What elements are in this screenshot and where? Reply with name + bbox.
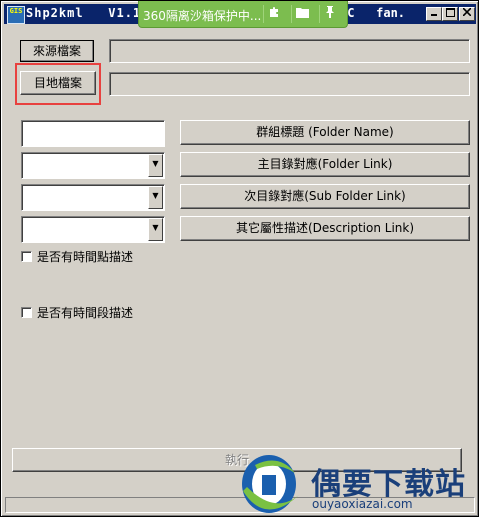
dropdown-button[interactable]: ▼: [148, 218, 163, 241]
minimize-icon: [431, 14, 437, 16]
description-link-label: 其它屬性描述(Description Link): [235, 221, 415, 235]
chevron-down-icon: ▼: [152, 159, 159, 168]
sub-folder-link-select[interactable]: ▼: [21, 184, 165, 211]
sub-folder-link-button[interactable]: 次目錄對應(Sub Folder Link): [180, 184, 470, 209]
chevron-down-icon: ▼: [152, 191, 159, 200]
checkbox-box[interactable]: [21, 251, 32, 262]
window-title: Shp2kml V1.1: [26, 6, 142, 20]
sandbox-overlay: 360隔离沙箱保护中...: [138, 1, 348, 28]
app-window: GIS Shp2kml V1.1 CC fan. 360隔离沙箱保护中... 來…: [0, 0, 479, 517]
folder-link-button[interactable]: 主目錄對應(Folder Link): [180, 152, 470, 177]
folder-name-button[interactable]: 群組標題 (Folder Name): [180, 120, 470, 145]
watermark-url: ouyaoxiazai.com: [312, 497, 413, 511]
minimize-button[interactable]: [426, 7, 442, 21]
source-file-button[interactable]: 來源檔案: [20, 40, 94, 62]
time-span-checkbox[interactable]: 是否有時間段描述: [21, 304, 133, 321]
close-button[interactable]: [459, 7, 475, 21]
time-point-checkbox[interactable]: 是否有時間點描述: [21, 248, 133, 265]
folder-icon[interactable]: [291, 5, 312, 23]
chevron-down-icon: ▼: [152, 223, 159, 232]
folder-name-label: 群組標題 (Folder Name): [256, 125, 394, 139]
maximize-icon: [445, 8, 455, 17]
description-link-button[interactable]: 其它屬性描述(Description Link): [180, 216, 470, 241]
window-title-suffix: CC fan.: [340, 6, 406, 20]
target-file-button[interactable]: 目地檔案: [20, 71, 96, 95]
source-path-field: [109, 39, 470, 63]
pin-icon[interactable]: [319, 5, 340, 23]
time-span-label: 是否有時間段描述: [37, 306, 134, 320]
watermark-logo: [242, 455, 299, 513]
target-file-label: 目地檔案: [33, 76, 82, 90]
site-watermark: 偶要下载站 ouyaoxiazai.com: [233, 451, 473, 517]
folder-link-label: 主目錄對應(Folder Link): [257, 157, 393, 171]
puzzle-icon[interactable]: [263, 5, 284, 23]
description-link-select[interactable]: ▼: [21, 216, 165, 243]
sandbox-status-text: 360隔离沙箱保护中...: [143, 9, 262, 23]
target-path-field: [109, 72, 470, 96]
dropdown-button[interactable]: ▼: [148, 186, 163, 209]
source-file-label: 來源檔案: [32, 44, 81, 58]
checkbox-box[interactable]: [21, 307, 32, 318]
sub-folder-link-label: 次目錄對應(Sub Folder Link): [244, 189, 406, 203]
time-point-label: 是否有時間點描述: [37, 250, 134, 264]
dropdown-button[interactable]: ▼: [148, 154, 163, 177]
close-icon: [462, 7, 472, 17]
maximize-button[interactable]: [442, 7, 458, 21]
folder-link-select[interactable]: ▼: [21, 152, 165, 179]
app-icon: GIS: [7, 6, 25, 24]
folder-name-input[interactable]: [21, 120, 165, 147]
